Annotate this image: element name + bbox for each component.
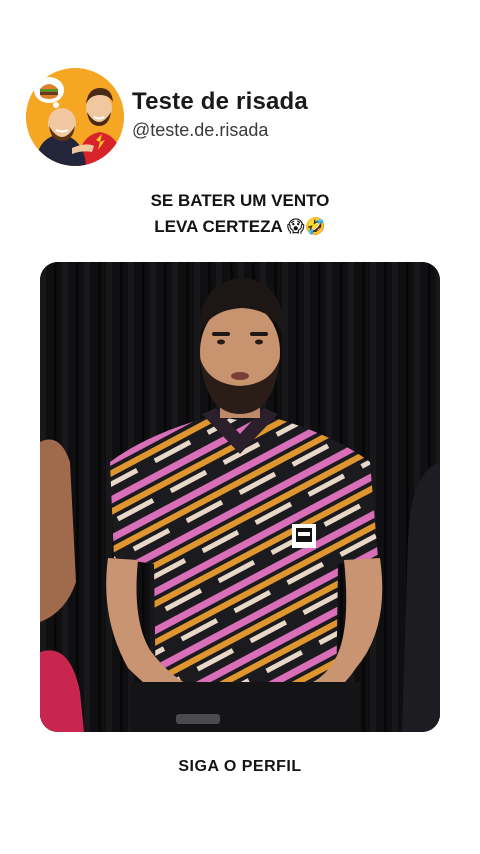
display-name[interactable]: Teste de risada: [132, 88, 308, 116]
cartoon-duo-avatar-icon: [26, 68, 124, 166]
mtv-logo-badge-icon: [292, 524, 316, 548]
video-frame[interactable]: [40, 262, 440, 732]
avatar[interactable]: [26, 68, 124, 166]
profile-names: Teste de risada @teste.de.risada: [132, 88, 308, 141]
video-still-image: [40, 262, 440, 732]
caption-line-2: LEVA CERTEZA 😱🤣: [154, 217, 326, 236]
profile-header[interactable]: Teste de risada @teste.de.risada: [26, 68, 308, 166]
username-handle[interactable]: @teste.de.risada: [132, 120, 308, 141]
post-caption: SE BATER UM VENTO LEVA CERTEZA 😱🤣: [0, 188, 480, 240]
caption-line-1: SE BATER UM VENTO: [150, 191, 330, 210]
follow-profile-link[interactable]: SIGA O PERFIL: [0, 758, 480, 776]
